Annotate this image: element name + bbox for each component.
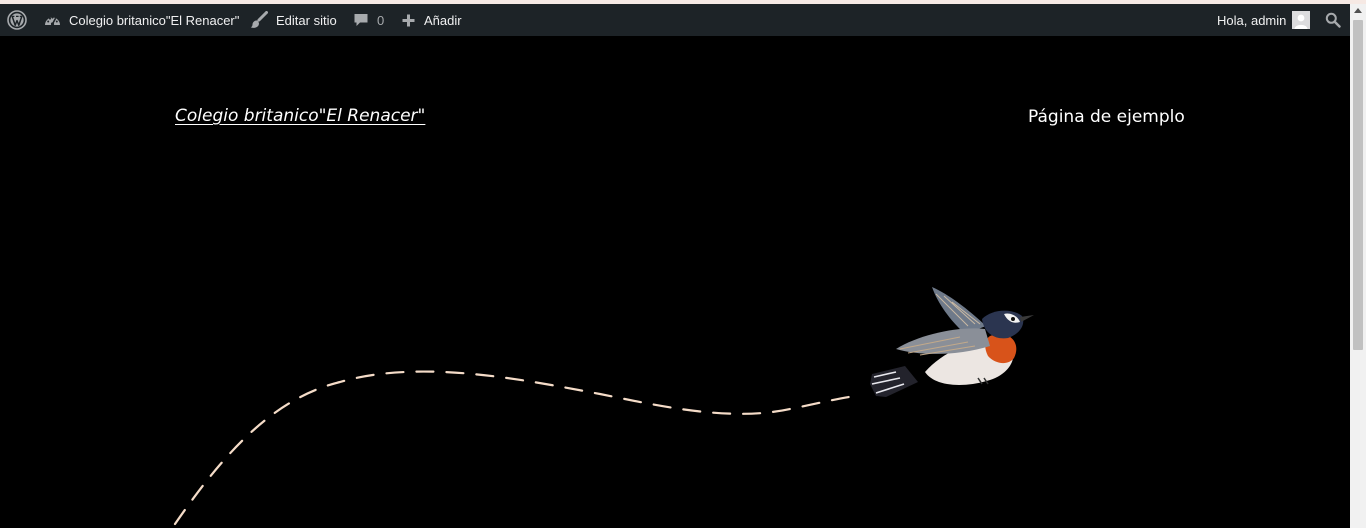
- scrollbar-thumb[interactable]: [1353, 20, 1363, 350]
- page-scrollbar[interactable]: [1350, 4, 1366, 528]
- bird-illustration: [870, 287, 1034, 397]
- dashed-flight-path: [173, 370, 857, 526]
- browser-viewport: Colegio britanico"El Renacer" Editar sit…: [0, 4, 1350, 528]
- scroll-up-arrow-icon[interactable]: [1354, 8, 1362, 13]
- hero-illustration: [173, 287, 1034, 526]
